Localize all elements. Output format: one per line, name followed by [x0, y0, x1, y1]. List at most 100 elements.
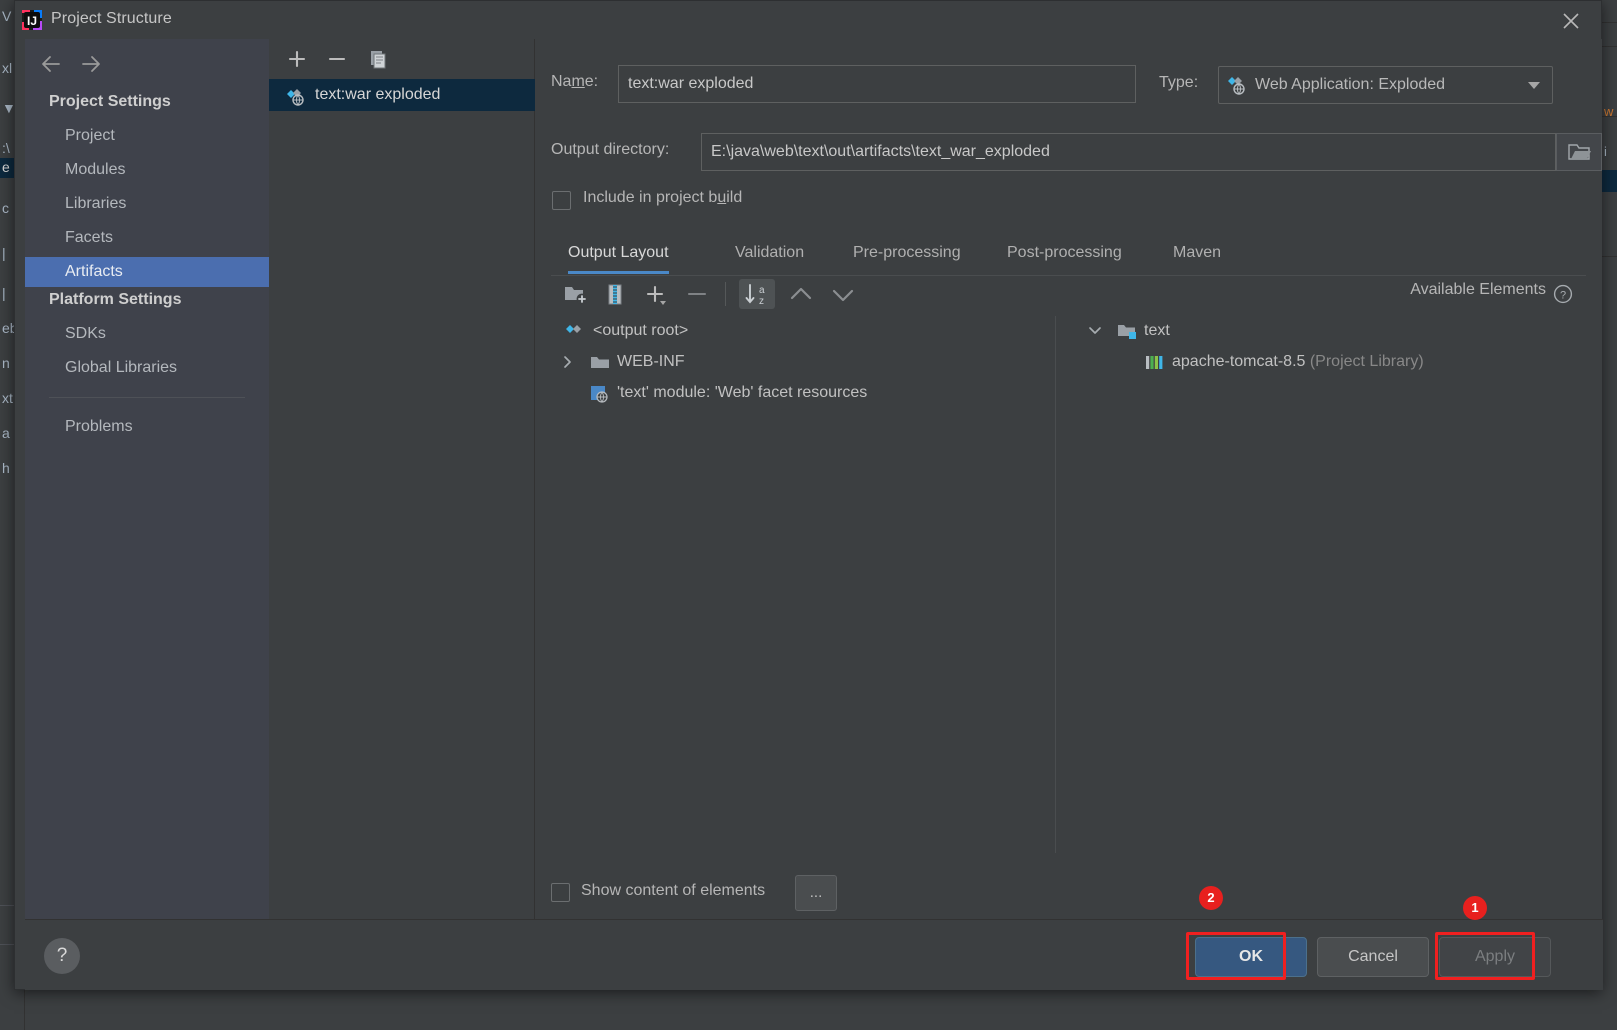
show-content-checkbox[interactable] [551, 883, 570, 902]
bg-text-fragment: e [2, 159, 10, 175]
artifact-icon [1227, 76, 1249, 96]
show-content-options-button[interactable]: ... [795, 875, 837, 911]
sidebar-item-project[interactable]: Project [25, 121, 269, 151]
tree-node-name: apache-tomcat-8.5 [1172, 353, 1306, 370]
tab-output-layout[interactable]: Output Layout [568, 234, 669, 274]
cancel-button[interactable]: Cancel [1317, 937, 1429, 977]
include-in-build-checkbox[interactable] [552, 191, 571, 210]
chevron-right-icon[interactable] [559, 347, 577, 377]
artifact-icon [565, 321, 587, 341]
help-circle-icon[interactable]: ? [1552, 283, 1574, 305]
include-in-build-label: Include in project build [583, 189, 743, 206]
arrow-up-icon[interactable] [785, 279, 817, 309]
tree-node-suffix: (Project Library) [1305, 353, 1424, 370]
tree-node-label: 'text' module: 'Web' facet resources [617, 384, 868, 401]
toolbar-divider [725, 282, 726, 306]
bg-text-fragment: xl [2, 60, 13, 76]
library-icon [1144, 352, 1166, 372]
apply-button[interactable]: Apply [1439, 937, 1551, 977]
available-elements-tree: text apache-tomcat-8.5 (Project Library) [1055, 316, 1587, 853]
sidebar-item-artifacts[interactable]: Artifacts [25, 257, 269, 287]
sidebar-item-libraries[interactable]: Libraries [25, 189, 269, 219]
close-icon[interactable] [1549, 5, 1593, 35]
tree-node-label: apache-tomcat-8.5 (Project Library) [1172, 347, 1424, 377]
folder-icon [589, 352, 611, 372]
bg-text-fragment: n [2, 355, 10, 371]
remove-element-icon[interactable] [681, 279, 713, 309]
bg-text-fragment: V [2, 8, 12, 24]
type-label: Type: [1159, 74, 1199, 91]
sidebar-item-problems[interactable]: Problems [25, 412, 269, 442]
help-icon[interactable]: ? [44, 938, 80, 974]
sidebar-item-facets[interactable]: Facets [25, 223, 269, 253]
arrow-down-icon[interactable] [827, 279, 859, 309]
output-layout-toolbar: a z Available Elements ? [551, 276, 1586, 312]
tree-node-label: text [1144, 322, 1170, 339]
project-structure-dialog: IJ Project Structure Project Settings Pr… [14, 0, 1603, 990]
nav-group-project-settings: Project Settings [49, 93, 171, 110]
nav-divider [49, 397, 245, 398]
type-dropdown-value: Web Application: Exploded [1255, 76, 1446, 93]
editor-tabs: Output Layout Validation Pre-processing … [551, 234, 1586, 276]
bg-divider [1602, 46, 1617, 47]
svg-text:z: z [759, 296, 764, 307]
output-directory-input[interactable]: E:\java\web\text\out\artifacts\text_war_… [701, 133, 1556, 171]
archive-icon[interactable] [599, 279, 631, 309]
plus-icon[interactable] [282, 45, 312, 73]
folder-add-icon[interactable] [559, 279, 591, 309]
copy-icon[interactable] [363, 45, 393, 73]
show-content-label: Show content of elements [581, 882, 766, 899]
tab-maven[interactable]: Maven [1173, 234, 1221, 274]
bg-text-fragment: xt [2, 390, 13, 406]
artifacts-toolbar [269, 39, 534, 79]
settings-nav-pane: Project Settings Project Modules Librari… [25, 39, 269, 919]
sidebar-item-sdks[interactable]: SDKs [25, 319, 269, 349]
plus-dropdown-icon[interactable] [641, 279, 673, 309]
intellij-idea-icon: IJ [21, 9, 43, 31]
svg-text:?: ? [1560, 290, 1566, 302]
sidebar-item-global-libraries[interactable]: Global Libraries [25, 353, 269, 383]
chevron-down-icon [1528, 82, 1540, 89]
arrow-right-icon[interactable] [79, 51, 113, 77]
artifact-list-item-label: text:war exploded [315, 86, 441, 103]
name-label: Name: [551, 73, 599, 90]
output-layout-tree: <output root> WEB-INF 'text' module: 'We… [551, 316, 1054, 853]
arrow-left-icon[interactable] [39, 51, 73, 77]
name-input[interactable]: text:war exploded [618, 65, 1136, 103]
bg-text-fragment: h [2, 460, 10, 476]
tree-node-label: <output root> [593, 322, 689, 339]
bg-text-fragment: | [2, 285, 6, 301]
bg-text-fragment: i [1604, 144, 1607, 159]
web-facet-icon [589, 383, 611, 403]
artifact-list-item[interactable]: text:war exploded [269, 79, 535, 111]
dialog-footer: ? OK Cancel Apply [25, 919, 1603, 990]
bg-text-fragment: | [2, 245, 6, 261]
artifact-icon [285, 86, 307, 106]
folder-open-icon[interactable] [1556, 133, 1602, 171]
tab-validation[interactable]: Validation [735, 234, 804, 274]
module-folder-icon [1116, 321, 1138, 341]
ok-button[interactable]: OK [1195, 937, 1307, 977]
minus-icon[interactable] [322, 45, 352, 73]
nav-history-buttons [33, 47, 123, 81]
background-right-strip: w i [1602, 0, 1617, 1030]
bg-text-fragment: c [2, 200, 9, 216]
artifacts-list-pane: text:war exploded [269, 39, 535, 919]
tab-pre-processing[interactable]: Pre-processing [853, 234, 961, 274]
bg-text-fragment: a [2, 425, 10, 441]
bg-text-fragment: w [1604, 104, 1614, 119]
chevron-down-icon[interactable] [1086, 316, 1104, 346]
output-directory-label: Output directory: [551, 141, 670, 158]
bg-divider [1602, 22, 1617, 23]
nav-group-platform-settings: Platform Settings [49, 291, 182, 308]
tree-node-label: WEB-INF [617, 353, 685, 370]
sidebar-item-modules[interactable]: Modules [25, 155, 269, 185]
bg-text-fragment: :\ [2, 140, 10, 156]
type-dropdown[interactable]: Web Application: Exploded [1218, 66, 1553, 104]
svg-text:a: a [759, 285, 765, 296]
bg-divider [1602, 256, 1617, 257]
tab-post-processing[interactable]: Post-processing [1007, 234, 1122, 274]
sort-az-icon[interactable]: a z [739, 279, 775, 309]
dialog-title: Project Structure [51, 10, 172, 27]
available-elements-label: Available Elements [1410, 281, 1546, 298]
